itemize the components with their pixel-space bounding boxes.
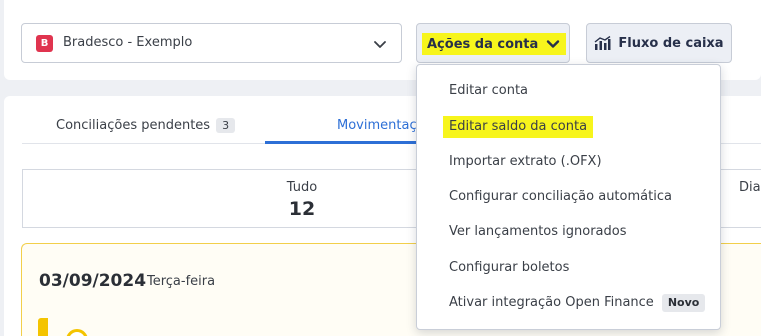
- cash-flow-button[interactable]: Fluxo de caixa: [586, 23, 732, 63]
- menu-item-import-statement[interactable]: Importar extrato (.OFX): [449, 151, 602, 173]
- account-actions-menu: Editar conta Editar saldo da conta Impor…: [416, 64, 721, 330]
- day-weekday: Terça-feira: [147, 274, 216, 289]
- menu-item-label: Configurar conciliação automática: [449, 189, 672, 204]
- tab-movements[interactable]: Movimentaç: [337, 118, 417, 133]
- bar-chart-icon: [594, 35, 611, 50]
- summary-days-label: Dias: [739, 180, 761, 195]
- bank-logo-icon: B: [36, 35, 53, 52]
- new-badge: Novo: [661, 294, 706, 312]
- menu-item-label: Editar conta: [449, 83, 529, 98]
- summary-all-value: 12: [288, 198, 316, 220]
- menu-item-configure-boletos[interactable]: Configurar boletos: [449, 257, 569, 279]
- status-circle-icon: [66, 329, 88, 336]
- menu-item-label: Editar saldo da conta: [443, 116, 594, 138]
- tab-label: Conciliações pendentes: [56, 118, 211, 133]
- account-actions-label: Ações da conta: [427, 36, 539, 52]
- menu-item-edit-balance[interactable]: Editar saldo da conta: [443, 116, 594, 138]
- menu-item-label: Ver lançamentos ignorados: [449, 224, 627, 239]
- active-tab-indicator: [265, 141, 425, 144]
- tab-pending-reconciliations[interactable]: Conciliações pendentes 3: [56, 118, 236, 133]
- menu-item-label: Ativar integração Open Finance: [449, 295, 654, 310]
- menu-item-label: Importar extrato (.OFX): [449, 154, 602, 169]
- menu-item-ignored-entries[interactable]: Ver lançamentos ignorados: [449, 221, 627, 243]
- summary-all-label: Tudo: [286, 180, 318, 195]
- account-select[interactable]: B Bradesco - Exemplo: [21, 23, 402, 63]
- highlight-marker: Ações da conta: [422, 33, 567, 55]
- day-date: 03/09/2024: [39, 271, 147, 291]
- account-actions-button[interactable]: Ações da conta: [416, 23, 570, 63]
- menu-item-open-finance[interactable]: Ativar integração Open Finance Novo: [449, 292, 706, 314]
- menu-item-label: Configurar boletos: [449, 260, 570, 275]
- chevron-down-icon: [547, 40, 560, 48]
- pending-count-badge: 3: [216, 118, 236, 133]
- pending-item-strip: [38, 318, 48, 336]
- cash-flow-label: Fluxo de caixa: [618, 35, 724, 51]
- tab-label: Movimentaç: [337, 118, 417, 133]
- menu-item-edit-account[interactable]: Editar conta: [449, 80, 528, 102]
- menu-item-auto-reconciliation[interactable]: Configurar conciliação automática: [449, 186, 672, 208]
- account-name: Bradesco - Exemplo: [63, 35, 193, 50]
- chevron-down-icon: [374, 41, 386, 48]
